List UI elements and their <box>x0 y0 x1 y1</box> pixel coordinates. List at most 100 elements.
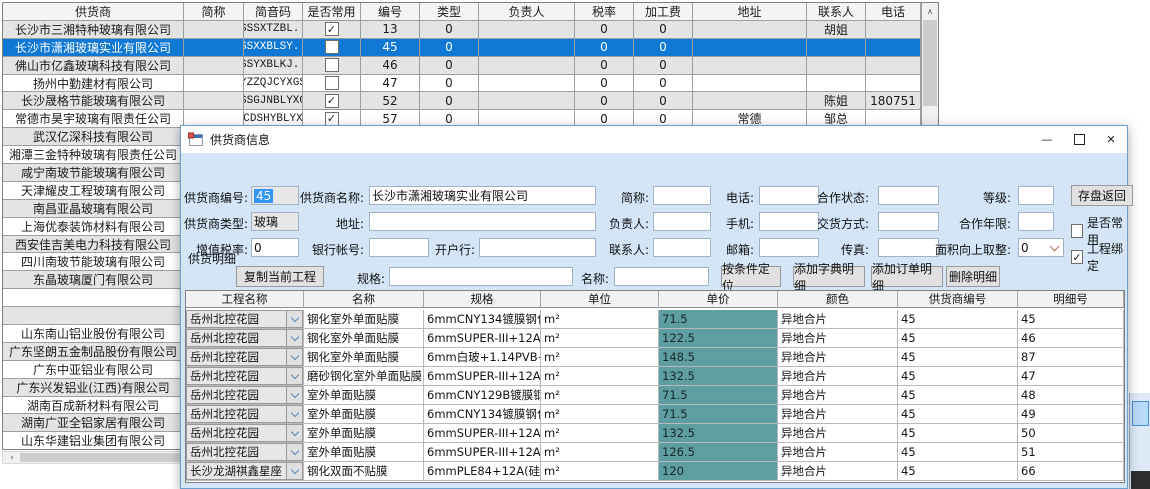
detail-column-header[interactable]: 单位 <box>541 291 659 308</box>
area-round-combobox[interactable]: 0 <box>1018 238 1064 257</box>
column-header[interactable]: 负责人 <box>479 3 575 21</box>
detail-row[interactable]: 岳州北控花园钢化室外单面贴膜6mmCNY134镀膜钢化m²71.5异地合片454… <box>186 310 1124 329</box>
detail-column-header[interactable]: 颜色 <box>778 291 898 308</box>
supplier-cell: 长沙市三湘特种玻璃有限公司 <box>3 21 184 39</box>
column-header[interactable]: 类型 <box>420 3 479 21</box>
add-dictionary-detail-button[interactable]: 添加字典明细 <box>793 266 865 287</box>
detail-column-header[interactable]: 明细号 <box>1018 291 1124 308</box>
project-binding-checkbox[interactable]: ✓ 工程绑定 <box>1071 240 1127 274</box>
copy-project-button[interactable]: 复制当前工程 <box>236 266 324 287</box>
column-header[interactable]: 电话 <box>866 3 921 21</box>
spec-filter-input[interactable] <box>389 267 573 286</box>
column-header[interactable]: 是否常用 <box>303 3 361 21</box>
combo-dropdown-button[interactable] <box>286 443 303 461</box>
supplier-row[interactable]: 长沙晟格节能玻璃有限公司CSSGJNBLYXGS✓52000陈姐180751 <box>3 92 938 110</box>
bank-input[interactable] <box>479 238 596 257</box>
row-common-checkbox[interactable] <box>325 58 339 72</box>
detail-cell: 48 <box>1018 386 1124 405</box>
close-button[interactable]: ✕ <box>1095 126 1127 153</box>
detail-row[interactable]: 岳州北控花园室外单面贴膜6mmSUPER-III+12A(硅...m²132.5… <box>186 424 1124 443</box>
supplier-row[interactable]: 长沙市三湘特种玻璃有限公司CSSSXTZBL...✓13000胡姐 <box>3 21 938 39</box>
column-header[interactable]: 简称 <box>184 3 244 21</box>
project-combo[interactable]: 岳州北控花园 <box>186 329 304 348</box>
supplier-row[interactable]: 长沙市潇湘玻璃实业有限公司CSSXXBLSY...45000 <box>3 39 938 57</box>
column-header[interactable]: 加工费 <box>634 3 693 21</box>
combo-dropdown-button[interactable] <box>286 386 303 404</box>
column-header[interactable]: 供货商 <box>3 3 184 21</box>
dialog-titlebar[interactable]: 供货商信息 — ✕ <box>181 126 1127 153</box>
detail-cell: 45 <box>898 329 1018 348</box>
project-combo[interactable]: 岳州北控花园 <box>186 443 304 462</box>
contact-input[interactable] <box>653 238 711 257</box>
detail-row[interactable]: 长沙龙湖祺鑫星座钢化双面不贴膜6mmPLE84+12A(硅酮胶...m²120异… <box>186 462 1124 481</box>
supplier-type-input[interactable]: 玻璃 <box>251 212 299 231</box>
grade-input[interactable] <box>1018 186 1054 205</box>
coop-status-input[interactable] <box>878 186 939 205</box>
project-combo[interactable]: 岳州北控花园 <box>186 348 304 367</box>
abbr-input[interactable] <box>653 186 711 205</box>
detail-row[interactable]: 岳州北控花园钢化室外单面贴膜6mm白玻+1.14PVB+6mm...m²148.… <box>186 348 1124 367</box>
name-filter-input[interactable] <box>614 267 709 286</box>
detail-column-header[interactable]: 规格 <box>424 291 541 308</box>
supplier-row[interactable]: 扬州中勤建材有限公司YZZQJCYXGS47000 <box>3 75 938 93</box>
column-header[interactable]: 联系人 <box>807 3 866 21</box>
vat-input[interactable]: 0 <box>251 238 299 257</box>
column-header[interactable]: 编号 <box>361 3 420 21</box>
detail-column-header[interactable]: 工程名称 <box>186 291 304 308</box>
address-input[interactable] <box>369 212 596 231</box>
supplier-name-cell: 广东中亚铝业有限公司 <box>3 361 184 379</box>
supplier-cell <box>184 21 244 39</box>
row-common-checkbox[interactable]: ✓ <box>325 94 339 108</box>
project-combo[interactable]: 岳州北控花园 <box>186 424 304 443</box>
supplier-info-dialog: 供货商信息 — ✕ 供货商编号: 45 供货商名称: 长沙市潇湘玻璃实业有限公司… <box>180 125 1128 489</box>
project-combo[interactable]: 岳州北控花园 <box>186 367 304 386</box>
column-header[interactable]: 税率 <box>575 3 634 21</box>
scroll-up-icon[interactable]: ∧ <box>922 3 938 19</box>
detail-row[interactable]: 岳州北控花园磨砂钢化室外单面贴膜6mmSUPER-III+12A(硅...m²1… <box>186 367 1124 386</box>
maximize-button[interactable] <box>1063 126 1095 153</box>
save-return-button[interactable]: 存盘返回 <box>1071 185 1133 206</box>
detail-cell: 45 <box>898 310 1018 329</box>
locate-by-condition-button[interactable]: 按条件定位 <box>721 266 781 287</box>
detail-cell: 51 <box>1018 443 1124 462</box>
combo-dropdown-button[interactable] <box>286 405 303 423</box>
project-combo[interactable]: 长沙龙湖祺鑫星座 <box>186 462 304 481</box>
scroll-left-icon[interactable]: ‹ <box>5 452 19 463</box>
combo-dropdown-button[interactable] <box>286 367 303 385</box>
combo-dropdown-button[interactable] <box>286 348 303 366</box>
row-common-checkbox[interactable]: ✓ <box>325 112 339 126</box>
project-combo[interactable]: 岳州北控花园 <box>186 386 304 405</box>
detail-column-header[interactable]: 单价 <box>659 291 778 308</box>
detail-column-header[interactable]: 供货商编号 <box>898 291 1018 308</box>
add-order-detail-button[interactable]: 添加订单明细 <box>871 266 943 287</box>
detail-row[interactable]: 岳州北控花园室外单面贴膜6mmCNY129B镀膜钢化m²71.5异地合片4548 <box>186 386 1124 405</box>
detail-row[interactable]: 岳州北控花园室外单面贴膜6mmCNY134镀膜钢化m²71.5异地合片4549 <box>186 405 1124 424</box>
column-header[interactable]: 地址 <box>693 3 807 21</box>
row-common-checkbox[interactable]: ✓ <box>325 22 339 36</box>
coop-years-input[interactable] <box>1018 212 1054 231</box>
supplier-name-input[interactable]: 长沙市潇湘玻璃实业有限公司 <box>369 186 596 205</box>
supplier-cell: CSSGJNBLYXGS <box>244 92 303 110</box>
manager-input[interactable] <box>653 212 711 231</box>
row-common-checkbox[interactable] <box>325 76 339 90</box>
combo-dropdown-button[interactable] <box>286 310 303 328</box>
combo-dropdown-button[interactable] <box>286 329 303 347</box>
detail-cell: 异地合片 <box>778 424 898 443</box>
detail-cell: 6mmSUPER-III+12A(硅... <box>424 367 541 386</box>
project-combo[interactable]: 岳州北控花园 <box>186 310 304 329</box>
delete-detail-button[interactable]: 删除明细 <box>946 266 1000 287</box>
combo-dropdown-button[interactable] <box>286 424 303 442</box>
vertical-scroll-thumb[interactable] <box>923 20 937 106</box>
supplier-id-input[interactable]: 45 <box>251 186 299 205</box>
detail-column-header[interactable]: 名称 <box>304 291 424 308</box>
supplier-row[interactable]: 佛山市亿鑫玻璃科技有限公司FSSYXBLKJ...46000 <box>3 57 938 75</box>
column-header[interactable]: 简音码 <box>244 3 303 21</box>
bank-account-input[interactable] <box>369 238 429 257</box>
delivery-input[interactable] <box>878 212 939 231</box>
project-combo[interactable]: 岳州北控花园 <box>186 405 304 424</box>
minimize-button[interactable]: — <box>1031 126 1063 153</box>
detail-row[interactable]: 岳州北控花园室外单面贴膜6mmSUPER-III+12A(硅...m²126.5… <box>186 443 1124 462</box>
row-common-checkbox[interactable] <box>325 40 339 54</box>
combo-dropdown-button[interactable] <box>286 462 303 480</box>
detail-row[interactable]: 岳州北控花园钢化室外单面贴膜6mmSUPER-III+12A(硅...m²122… <box>186 329 1124 348</box>
